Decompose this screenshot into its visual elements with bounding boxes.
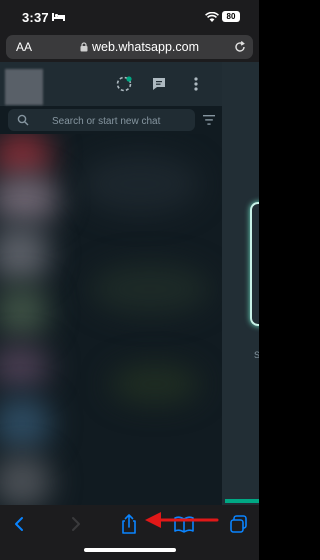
status-bar: 3:37 80 bbox=[0, 0, 259, 32]
sleep-focus-icon bbox=[52, 13, 65, 21]
search-input[interactable] bbox=[50, 109, 194, 133]
panel-partial-text: S bbox=[254, 350, 259, 360]
text-size-button[interactable]: AA bbox=[16, 40, 32, 54]
status-time: 3:37 bbox=[22, 10, 49, 25]
filter-icon[interactable] bbox=[203, 115, 215, 125]
share-icon[interactable] bbox=[117, 513, 141, 535]
menu-icon[interactable] bbox=[187, 75, 205, 93]
reload-icon[interactable] bbox=[233, 40, 247, 54]
chat-list-header bbox=[0, 62, 222, 106]
blurred-chat-list bbox=[0, 134, 222, 505]
battery-indicator: 80 bbox=[222, 11, 240, 22]
url-text[interactable]: web.whatsapp.com bbox=[92, 40, 199, 54]
status-icon[interactable] bbox=[115, 75, 133, 93]
annotation-arrow bbox=[145, 512, 219, 528]
accent-bar bbox=[225, 499, 259, 503]
lock-icon bbox=[80, 42, 88, 52]
search-row bbox=[0, 106, 222, 134]
address-bar[interactable]: AA web.whatsapp.com bbox=[6, 35, 253, 59]
whatsapp-web-page: S bbox=[0, 62, 259, 505]
search-icon bbox=[17, 114, 29, 126]
avatar[interactable] bbox=[5, 69, 43, 105]
new-chat-icon[interactable] bbox=[150, 75, 168, 93]
search-box[interactable] bbox=[8, 109, 195, 133]
back-icon[interactable] bbox=[8, 513, 32, 535]
chat-list-panel bbox=[0, 62, 222, 505]
home-indicator bbox=[84, 548, 176, 552]
tabs-icon[interactable] bbox=[227, 513, 251, 535]
wifi-icon bbox=[205, 12, 219, 22]
intro-illustration bbox=[250, 202, 259, 326]
address-bar-container: AA web.whatsapp.com bbox=[0, 32, 259, 62]
forward-icon[interactable] bbox=[63, 513, 87, 535]
